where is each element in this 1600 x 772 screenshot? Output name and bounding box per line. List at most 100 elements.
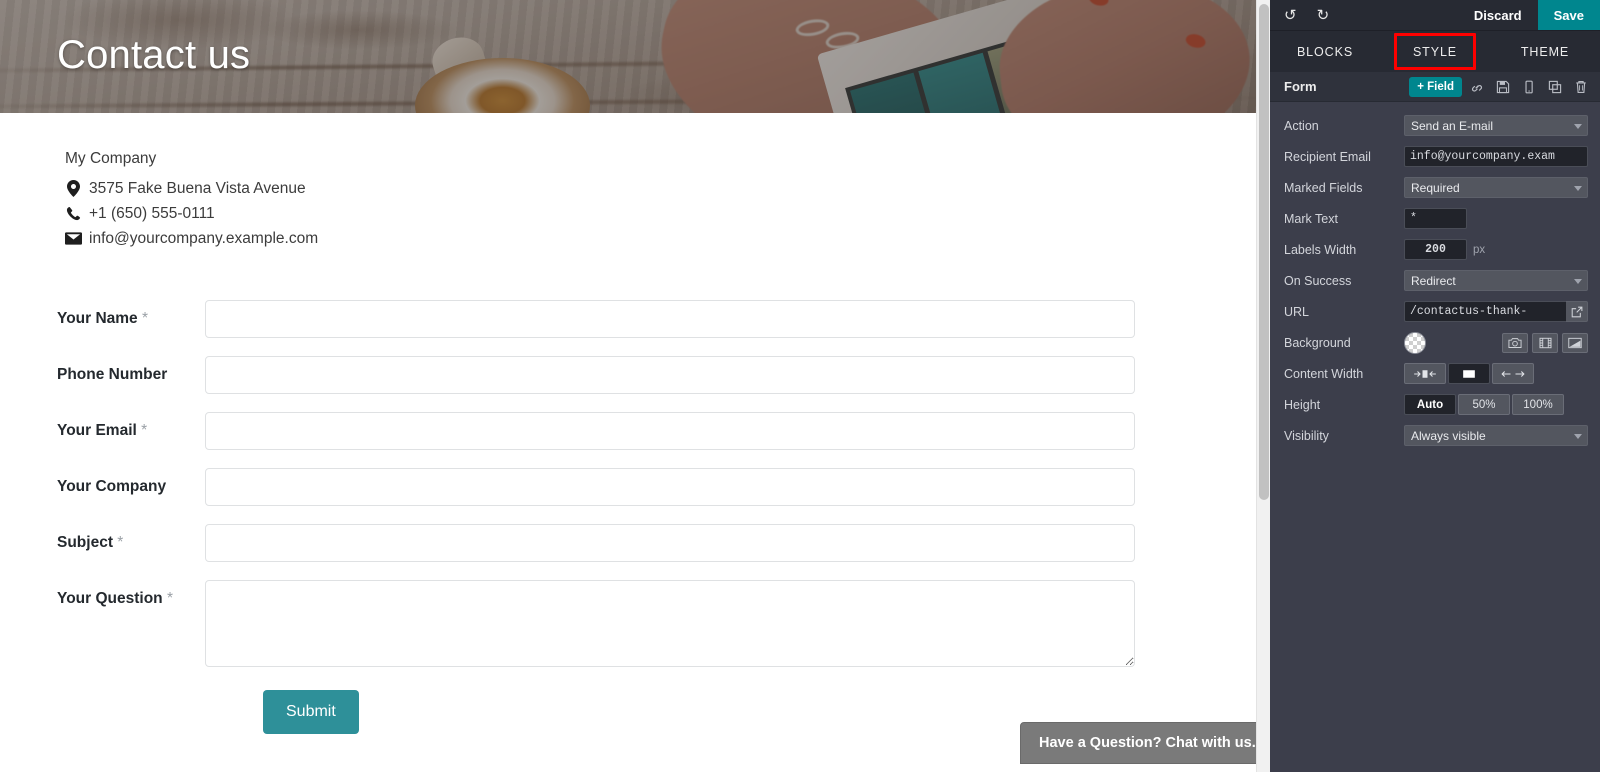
tab-blocks-label: BLOCKS: [1296, 44, 1354, 59]
field-label-text: Your Company: [57, 478, 167, 495]
undo-icon[interactable]: ↺: [1284, 8, 1297, 23]
option-label: Mark Text: [1284, 211, 1338, 226]
style-options-list: Action Send an E-mail Recipient Email in…: [1270, 102, 1600, 451]
editor-tabs: BLOCKS STYLE THEME: [1270, 30, 1600, 72]
field-label: Your Company: [0, 468, 205, 496]
field-label-text: Subject: [57, 534, 113, 551]
option-content-width: Content Width: [1270, 358, 1600, 389]
add-field-button[interactable]: + Field: [1409, 76, 1462, 97]
block-title: Form: [1284, 79, 1317, 94]
option-label: URL: [1284, 304, 1310, 319]
contact-address: 3575 Fake Buena Vista Avenue: [89, 179, 306, 197]
option-visibility: Visibility Always visible: [1270, 420, 1600, 451]
page-title: Contact us: [57, 33, 251, 77]
option-label: Marked Fields: [1284, 180, 1363, 195]
option-label: Visibility: [1284, 428, 1329, 443]
option-labels-width: Labels Width px: [1270, 234, 1600, 265]
tab-theme-label: THEME: [1520, 44, 1570, 59]
your-question-textarea[interactable]: [205, 580, 1135, 667]
option-mark-text: Mark Text: [1270, 203, 1600, 234]
your-name-input[interactable]: [205, 300, 1135, 338]
url-input[interactable]: [1404, 301, 1567, 322]
option-label: On Success: [1284, 273, 1352, 288]
required-mark: *: [141, 422, 148, 439]
mobile-icon[interactable]: [1522, 80, 1536, 94]
background-color-swatch[interactable]: [1404, 331, 1426, 354]
tab-theme[interactable]: THEME: [1490, 31, 1600, 72]
required-mark: *: [142, 310, 149, 327]
website-editor-panel: ↺ ↻ Discard Save BLOCKS STYLE THEME Form…: [1270, 0, 1600, 772]
narrow-width-icon[interactable]: [1404, 363, 1446, 384]
contact-email-row: info@yourcompany.example.com: [57, 226, 318, 251]
option-label: Height: [1284, 397, 1321, 412]
phone-number-input[interactable]: [205, 356, 1135, 394]
option-marked-fields: Marked Fields Required: [1270, 172, 1600, 203]
labels-width-input[interactable]: [1404, 239, 1467, 260]
redo-icon[interactable]: ↻: [1317, 8, 1330, 23]
block-header: Form + Field: [1270, 72, 1600, 102]
page-scrollbar[interactable]: [1256, 0, 1270, 772]
height-100-button[interactable]: 100%: [1512, 394, 1564, 415]
duplicate-icon[interactable]: [1548, 80, 1562, 94]
your-company-input[interactable]: [205, 468, 1135, 506]
field-label-text: Your Email: [57, 422, 137, 439]
camera-icon[interactable]: [1502, 332, 1528, 353]
mark-text-input[interactable]: [1404, 208, 1467, 229]
on-success-select[interactable]: Redirect: [1404, 270, 1588, 291]
form-field-your-email: Your Email *: [0, 412, 1256, 450]
field-label-text: Your Question: [57, 590, 163, 607]
link-icon[interactable]: [1470, 80, 1484, 94]
phone-icon: [57, 206, 89, 221]
medium-width-icon[interactable]: [1448, 363, 1490, 384]
your-email-input[interactable]: [205, 412, 1135, 450]
field-label: Your Name *: [0, 300, 205, 328]
height-50-label: 50%: [1472, 398, 1496, 411]
contact-info: My Company 3575 Fake Buena Vista Avenue …: [57, 150, 318, 251]
contact-form: Your Name * Phone Number Your Email * Yo…: [0, 300, 1256, 734]
save-floppy-icon[interactable]: [1496, 80, 1510, 94]
field-label-text: Phone Number: [57, 366, 168, 383]
option-on-success: On Success Redirect: [1270, 265, 1600, 296]
company-name: My Company: [65, 150, 157, 167]
subject-input[interactable]: [205, 524, 1135, 562]
recipient-email-input[interactable]: [1404, 146, 1588, 167]
option-label: Content Width: [1284, 366, 1364, 381]
visibility-select[interactable]: Always visible: [1404, 425, 1588, 446]
submit-button[interactable]: Submit: [263, 690, 359, 734]
option-label: Recipient Email: [1284, 149, 1371, 164]
option-label: Background: [1284, 335, 1351, 350]
website-preview: Contact us My Company 3575 Fake Buena Vi…: [0, 0, 1270, 772]
tab-style-label: STYLE: [1412, 44, 1458, 59]
full-width-icon[interactable]: [1492, 363, 1534, 384]
video-icon[interactable]: [1532, 332, 1558, 353]
gradient-icon[interactable]: [1562, 332, 1588, 353]
form-field-your-name: Your Name *: [0, 300, 1256, 338]
option-background: Background: [1270, 327, 1600, 358]
external-link-icon[interactable]: [1566, 301, 1588, 322]
form-field-phone-number: Phone Number: [0, 356, 1256, 394]
save-button[interactable]: Save: [1537, 0, 1600, 30]
form-field-your-question: Your Question *: [0, 580, 1256, 672]
trash-icon[interactable]: [1574, 80, 1588, 94]
contact-phone: +1 (650) 555-0111: [89, 204, 215, 222]
required-mark: *: [117, 534, 124, 551]
tab-style[interactable]: STYLE: [1380, 31, 1490, 72]
marked-fields-select[interactable]: Required: [1404, 177, 1588, 198]
hero-banner: Contact us: [0, 0, 1256, 113]
action-select[interactable]: Send an E-mail: [1404, 115, 1588, 136]
tab-blocks[interactable]: BLOCKS: [1270, 31, 1380, 72]
field-label: Subject *: [0, 524, 205, 552]
envelope-icon: [57, 232, 89, 245]
height-50-button[interactable]: 50%: [1458, 394, 1510, 415]
chat-widget-bubble[interactable]: Have a Question? Chat with us.: [1020, 722, 1270, 764]
height-100-label: 100%: [1523, 398, 1553, 411]
discard-button[interactable]: Discard: [1458, 0, 1538, 30]
height-auto-label: Auto: [1416, 398, 1444, 411]
labels-width-unit: px: [1473, 243, 1486, 256]
field-label: Your Email *: [0, 412, 205, 440]
option-action: Action Send an E-mail: [1270, 110, 1600, 141]
editor-topbar: ↺ ↻ Discard Save: [1270, 0, 1600, 30]
height-auto-button[interactable]: Auto: [1404, 394, 1456, 415]
page-scrollbar-thumb[interactable]: [1259, 4, 1269, 500]
option-height: Height Auto 50% 100%: [1270, 389, 1600, 420]
